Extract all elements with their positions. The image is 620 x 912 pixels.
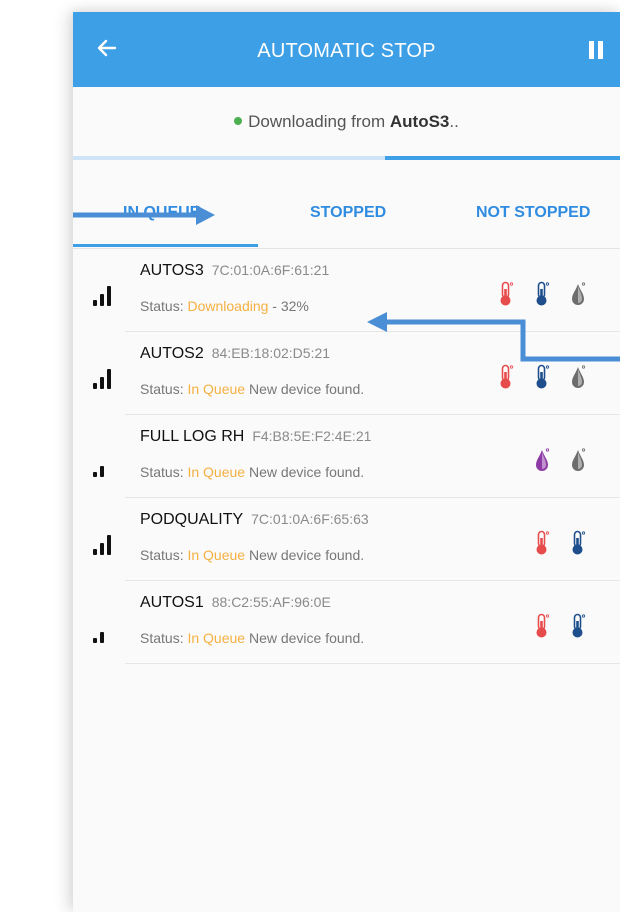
- sensor-icons: [534, 447, 606, 471]
- tab-stopped[interactable]: STOPPED: [310, 204, 386, 222]
- thermometer-red-icon: [534, 530, 550, 556]
- status-state: In Queue: [187, 630, 246, 646]
- device-name: AUTOS1 88:C2:55:AF:96:0E: [140, 594, 331, 612]
- device-name-text: PODQUALITY: [140, 511, 244, 528]
- device-status: Status: In Queue New device found.: [140, 464, 364, 480]
- app-screen: AUTOMATIC STOP Downloading from AutoS3..…: [73, 12, 620, 912]
- device-status: Status: In Queue New device found.: [140, 630, 364, 646]
- device-mac: F4:B8:5E:F2:4E:21: [252, 428, 372, 444]
- device-row[interactable]: PODQUALITY 7C:01:0A:6F:65:63 Status: In Qu…: [73, 498, 620, 581]
- sensor-icons: [534, 613, 606, 639]
- status-label: Status:: [140, 464, 188, 480]
- annotation-arrow-stopped: [73, 205, 215, 225]
- signal-strength-icon: [93, 619, 115, 643]
- device-row[interactable]: AUTOS1 88:C2:55:AF:96:0E Status: In Queue …: [73, 581, 620, 664]
- row-divider: [125, 663, 620, 664]
- status-state: In Queue: [187, 547, 246, 563]
- thermometer-blue-icon: [570, 530, 586, 556]
- status-detail: New device found.: [245, 547, 365, 563]
- device-mac: 88:C2:55:AF:96:0E: [211, 594, 331, 610]
- status-label: Status:: [140, 630, 188, 646]
- device-name: PODQUALITY 7C:01:0A:6F:65:63: [140, 511, 369, 529]
- device-mac: 7C:01:0A:6F:65:63: [251, 511, 369, 527]
- device-name: FULL LOG RH F4:B8:5E:F2:4E:21: [140, 428, 371, 446]
- signal-strength-icon: [93, 531, 115, 555]
- device-name-text: AUTOS1: [140, 594, 204, 611]
- status-device: AutoS3: [389, 112, 450, 131]
- status-detail: New device found.: [245, 464, 365, 480]
- device-status: Status: In Queue New device found.: [140, 547, 364, 563]
- drop-purple-icon: [534, 447, 550, 473]
- status-suffix: ..: [449, 112, 459, 131]
- drop-gray-icon: [570, 447, 586, 473]
- pause-icon[interactable]: [589, 41, 607, 59]
- tab-not-stopped[interactable]: NOT STOPPED: [476, 204, 590, 222]
- sensor-icons: [534, 530, 606, 556]
- thermometer-blue-icon: [570, 613, 586, 639]
- status-detail: New device found.: [245, 630, 365, 646]
- status-state: In Queue: [187, 464, 246, 480]
- device-row[interactable]: FULL LOG RH F4:B8:5E:F2:4E:21 Status: In Q…: [73, 415, 620, 498]
- thermometer-red-icon: [534, 613, 550, 639]
- status-label: Status:: [140, 547, 188, 563]
- device-name-text: FULL LOG RH: [140, 428, 245, 445]
- annotation-arrow-downloading: [367, 312, 620, 362]
- signal-strength-icon: [93, 453, 115, 477]
